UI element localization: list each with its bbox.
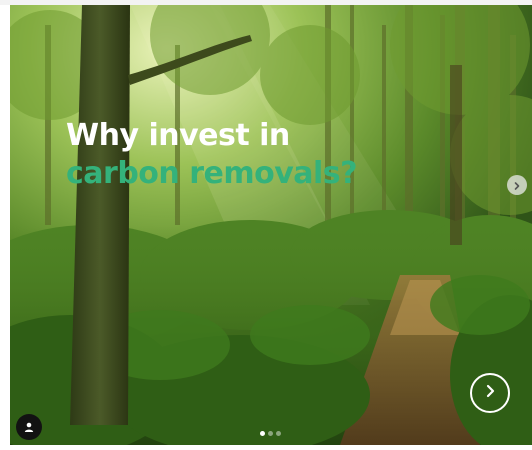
carousel-dot-active: [260, 431, 265, 436]
forest-photo: [10, 5, 532, 445]
chevron-right-icon: [512, 176, 522, 195]
user-tag-button[interactable]: [16, 414, 42, 440]
carousel-indicator: [260, 431, 281, 436]
carousel-dot: [268, 431, 273, 436]
carousel-dot: [276, 431, 281, 436]
headline-line-1: Why invest in: [66, 118, 290, 153]
person-icon: [23, 418, 35, 437]
carousel-next-small-button[interactable]: [507, 175, 527, 195]
carousel-post[interactable]: Why invest in carbon removals?: [10, 5, 532, 445]
headline: Why invest in carbon removals?: [66, 117, 358, 193]
viewport: Why invest in carbon removals?: [0, 0, 532, 450]
headline-line-2: carbon removals?: [66, 156, 358, 191]
chevron-right-circle-icon: [482, 383, 498, 403]
carousel-next-button[interactable]: [470, 373, 510, 413]
